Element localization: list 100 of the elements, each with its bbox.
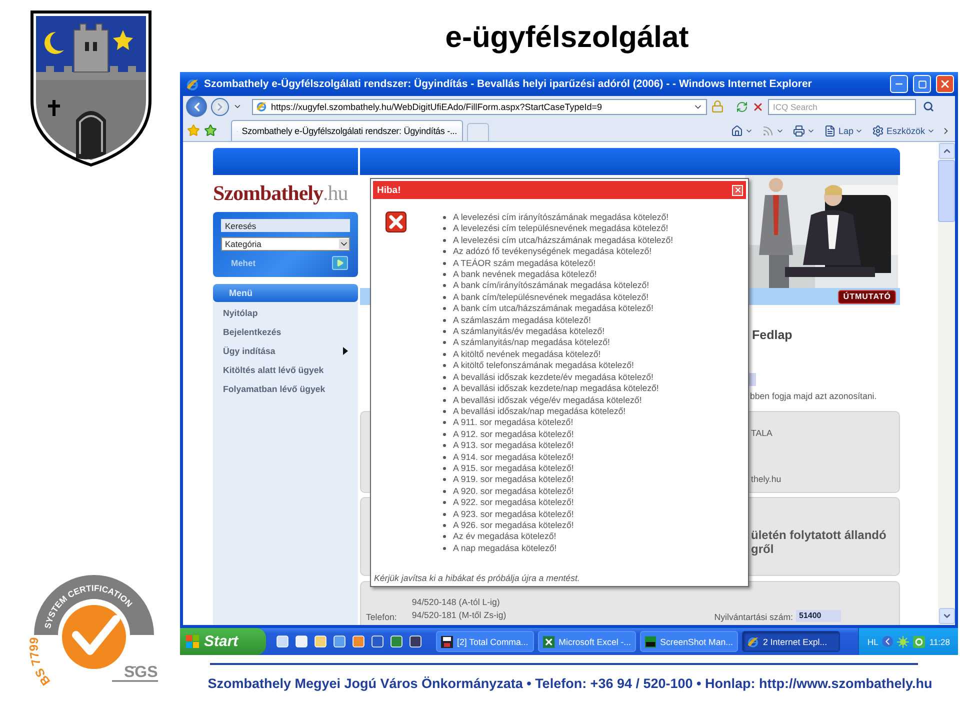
maximize-button[interactable] (913, 75, 931, 93)
scrollbar-thumb[interactable] (938, 160, 955, 222)
menu-item[interactable]: Kitöltés alatt lévő ügyek (223, 360, 358, 379)
error-message: A 913. sor megadása kötelező! (443, 440, 674, 452)
menu-item[interactable]: Bejelentkezés (223, 322, 358, 341)
keyword-field[interactable]: Keresés (221, 219, 350, 232)
star-icon[interactable] (204, 124, 217, 137)
minimize-button[interactable] (890, 75, 908, 93)
close-button[interactable] (936, 75, 954, 93)
dialog-footer-text: Kérjük javítsa ki a hibákat és próbálja újra a mentést. (374, 573, 580, 583)
menu-item[interactable]: Ügy indítása (223, 341, 358, 360)
start-button[interactable]: Start (180, 628, 266, 655)
guide-button[interactable]: ÚTMUTATÓ (838, 290, 896, 304)
phone-label: Telefon: (366, 612, 397, 622)
error-message: Az év megadása kötelező! (443, 531, 674, 543)
star-icon[interactable] (187, 124, 200, 137)
error-message: A 914. sor megadása kötelező! (443, 452, 674, 463)
error-message: A 923. sor megadása kötelező! (443, 508, 674, 520)
language-indicator[interactable]: HL (867, 636, 878, 646)
taskbar-button[interactable]: Microsoft Excel -... (538, 631, 636, 652)
error-message: A 919. sor megadása kötelező! (443, 474, 674, 486)
scrollbar[interactable] (938, 142, 955, 625)
close-icon (734, 186, 742, 194)
error-message: A bank cím/településnevének megadása kötelező! (443, 292, 674, 304)
site-logo: Szombathely.hu (213, 180, 349, 207)
error-message: A 922. sor megadása kötelező! (443, 497, 674, 509)
error-icon (385, 211, 407, 233)
search-field[interactable]: ICQ Search (768, 98, 916, 114)
home-icon (731, 124, 744, 136)
error-message: A bank nevének megadása kötelező! (443, 269, 674, 280)
play-icon (336, 259, 344, 267)
maximize-icon (918, 80, 926, 88)
note-text: bben fogja majd azt azonosítani. (750, 391, 878, 401)
page-menu-button[interactable]: Lap (821, 122, 866, 139)
windows-logo-icon (186, 635, 200, 648)
error-message: A 920. sor megadása kötelező! (443, 486, 674, 498)
taskbar-button[interactable]: ScreenShot Man... (640, 631, 738, 652)
search-icon (923, 101, 934, 112)
expand-tray-icon[interactable] (882, 636, 894, 647)
go-label: Mehet (231, 258, 256, 268)
monitor-icon (645, 636, 656, 648)
address-field[interactable]: https://xugyfel.szombathely.hu/WebDigitUfiEAdo/FillForm.aspx?StartCaseTypeId=9 (252, 98, 707, 114)
error-message: A nap megadása kötelező! (443, 542, 674, 554)
caret-icon (339, 239, 349, 250)
phone-number: 94/520-181 (M-től Zs-ig) (412, 609, 506, 622)
menu-item[interactable]: Folyamatban lévő ügyek (223, 379, 358, 398)
page-icon (824, 124, 836, 136)
menu-item[interactable]: Nyitólap (223, 303, 358, 322)
taskbar-button[interactable]: [2] Total Comma... (436, 631, 534, 652)
forward-button[interactable] (211, 98, 229, 116)
card-title: gről (751, 542, 775, 556)
card-text: thely.hu (751, 474, 782, 484)
error-message: A kitöltő telefonszámának megadása kötelező! (443, 360, 674, 372)
error-message: A bevallási időszak kezdete/nap megadása kötelező! (443, 383, 674, 394)
phone-number: 94/520-148 (A-tól L-ig) (412, 596, 501, 609)
error-message: A kitöltő nevének megadása kötelező! (443, 348, 674, 360)
error-message: A bevallási időszak vége/év megadása kötelező! (443, 394, 674, 406)
caret-icon[interactable] (233, 102, 242, 111)
page-heading: Fedlap (752, 328, 794, 342)
menu-header: Menü (213, 284, 358, 302)
error-message: A levelezési cím településnevének megadása kötelező! (443, 223, 674, 235)
error-message: A 915. sor megadása kötelező! (443, 462, 674, 474)
category-select[interactable]: Kategória (221, 237, 350, 251)
close-icon (939, 78, 951, 90)
error-message: A bank cím/irányítószámának megadása kötelező! (443, 280, 674, 292)
error-message: A TEÁOR szám megadása kötelező! (443, 258, 674, 270)
register-label: Nyilvántartási szám: (714, 612, 793, 622)
error-message: A számlaszám megadása kötelező! (443, 314, 674, 326)
error-message: A számlanyitás/év megadása kötelező! (443, 326, 674, 338)
submenu-arrow-icon (343, 346, 348, 354)
dialog-title: Hiba! (377, 184, 401, 196)
printer-icon (793, 124, 806, 136)
window-title: Szombathely e-Ügyfélszolgálati rendszer: Ügyindítás - Bevallás helyi iparűzési adóról (2006) - - Windows Internet Explorer (204, 78, 813, 90)
feed-icon (762, 124, 774, 136)
footer-text: Szombathely Megyei Jogú Város Önkormányzata • Telefon: +36 94 / 520-100 • Honlap: http://www.szombathely.hu (206, 676, 934, 691)
error-message: A 926. sor megadása kötelező! (443, 520, 674, 532)
refresh-icon[interactable] (736, 100, 748, 112)
error-message: Az adózó fő tevékenységének megadása kötelező! (443, 246, 674, 258)
clock: 11:28 (929, 636, 950, 646)
scroll-up-button[interactable] (938, 143, 954, 159)
taskbar-button[interactable]: 2 Internet Expl... (742, 631, 840, 652)
error-message: A számlanyitás/nap megadása kötelező! (443, 337, 674, 349)
error-message: A levelezési cím utca/házszámának megadása kötelező! (443, 234, 674, 246)
caret-icon (942, 611, 952, 621)
browser-tab[interactable]: Szombathely e-Ügyfélszolgálati rendszer: Ügyindítás -... (231, 120, 463, 141)
back-button[interactable] (186, 96, 207, 117)
error-message: A 912. sor megadása kötelező! (443, 428, 674, 440)
scroll-down-button[interactable] (938, 608, 954, 624)
close-button[interactable] (732, 184, 743, 196)
card-text: TALA (751, 428, 774, 438)
stop-icon[interactable] (752, 100, 764, 112)
error-message: A bank cím utca/házszámának megadása kötelező! (443, 303, 674, 315)
tools-menu-button[interactable]: Eszközök (869, 122, 938, 139)
company-text: SGS (124, 664, 158, 681)
card-title: ületén folytatott állandó (751, 528, 888, 542)
slide-title: e-ügyfélszolgálat (444, 20, 690, 56)
register-field[interactable]: 51400 (796, 610, 841, 622)
error-message: A bevallási időszak kezdete/év megadása kötelező! (443, 372, 674, 384)
power-icon[interactable] (913, 636, 926, 648)
error-message: A 911. sor megadása kötelező! (443, 417, 674, 429)
